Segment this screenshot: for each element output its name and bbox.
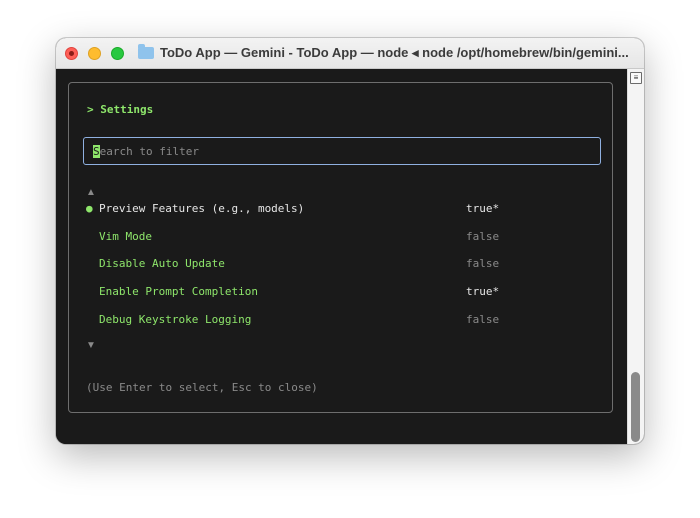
setting-value: false <box>466 313 500 326</box>
search-input[interactable]: Search to filter <box>83 137 601 165</box>
setting-row-enable-prompt-completion[interactable]: Enable Prompt Completion true* <box>86 285 556 301</box>
minimize-window-button[interactable] <box>88 46 101 60</box>
setting-label: Debug Keystroke Logging <box>99 313 252 326</box>
setting-label: Vim Mode <box>99 230 152 243</box>
setting-label: Enable Prompt Completion <box>99 285 258 298</box>
setting-value: false <box>466 257 500 270</box>
text-cursor: S <box>93 144 100 158</box>
scrollbar-thumb[interactable] <box>631 372 640 442</box>
terminal-content[interactable]: > Settings Search to filter ▲ ● Preview … <box>56 69 628 444</box>
close-window-button[interactable] <box>65 46 78 60</box>
scroll-menu-icon[interactable]: ≡ <box>630 72 642 84</box>
scroll-up-arrow-icon: ▲ <box>86 187 96 198</box>
setting-row-debug-keystroke-logging[interactable]: Debug Keystroke Logging false <box>86 313 556 329</box>
settings-heading: > Settings <box>87 103 154 116</box>
setting-row-disable-auto-update[interactable]: Disable Auto Update false <box>86 257 556 273</box>
folder-icon <box>138 44 154 59</box>
selected-bullet-icon: ● <box>86 202 93 215</box>
zoom-window-button[interactable] <box>111 46 124 60</box>
setting-value: false <box>466 230 500 243</box>
scroll-down-arrow-icon: ▼ <box>86 340 96 351</box>
setting-label: Disable Auto Update <box>99 257 225 270</box>
window-controls <box>65 46 124 60</box>
setting-value: true* <box>466 285 500 298</box>
setting-value: true* <box>466 202 500 215</box>
help-hint: (Use Enter to select, Esc to close) <box>86 381 318 394</box>
vertical-scrollbar[interactable]: ≡ <box>627 69 644 444</box>
settings-panel: > Settings Search to filter ▲ ● Preview … <box>68 82 613 413</box>
terminal-window: ToDo App — Gemini - ToDo App — node ◂ no… <box>56 38 644 444</box>
setting-row-preview-features[interactable]: ● Preview Features (e.g., models) true* <box>86 202 556 218</box>
title-bar: ToDo App — Gemini - ToDo App — node ◂ no… <box>56 38 644 69</box>
search-placeholder: earch to filter <box>99 144 199 158</box>
window-title: ToDo App — Gemini - ToDo App — node ◂ no… <box>160 45 629 60</box>
setting-row-vim-mode[interactable]: Vim Mode false <box>86 230 556 246</box>
setting-label: Preview Features (e.g., models) <box>99 202 305 215</box>
